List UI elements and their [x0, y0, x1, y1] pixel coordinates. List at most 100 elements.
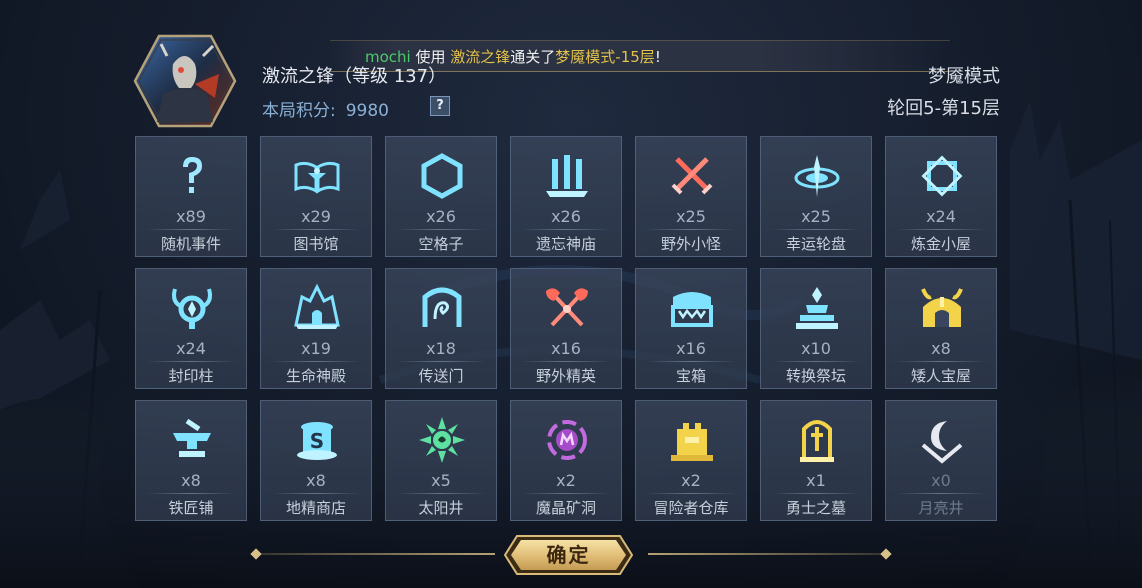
score-value: 9980	[345, 101, 389, 121]
tile-name: 空格子	[418, 235, 464, 253]
tile-moon-well[interactable]: x0 月亮井	[885, 400, 997, 521]
announcement-clear: 通关了	[510, 48, 556, 66]
moon-well-icon	[917, 415, 967, 465]
tile-name: 太阳井	[418, 499, 464, 517]
tile-count: x26	[426, 207, 456, 226]
tile-name: 地精商店	[285, 499, 346, 517]
question-mark-icon	[167, 151, 217, 201]
tile-portal[interactable]: x18 传送门	[385, 268, 497, 389]
dwarf-vault-icon	[917, 283, 967, 333]
tile-name: 转换祭坛	[785, 367, 846, 385]
tile-count: x24	[176, 339, 206, 358]
footer-divider-left	[255, 553, 495, 555]
divider	[771, 361, 861, 362]
tile-name: 封印柱	[168, 367, 214, 385]
tile-name: 月亮井	[918, 499, 964, 517]
tile-wild-monster[interactable]: x25 野外小怪	[635, 136, 747, 257]
tile-count: x16	[676, 339, 706, 358]
tile-count: x8	[931, 339, 951, 358]
crossed-swords-icon	[667, 151, 717, 201]
announcement-suffix: !	[654, 48, 661, 66]
tile-treasure-chest[interactable]: x16 宝箱	[635, 268, 747, 389]
tile-count: x0	[931, 471, 951, 490]
divider	[146, 493, 236, 494]
tile-name: 宝箱	[675, 367, 706, 385]
tile-library[interactable]: x29 图书馆	[260, 136, 372, 257]
tile-adventurer-warehouse[interactable]: x2 冒险者仓库	[635, 400, 747, 521]
divider	[271, 229, 361, 230]
divider	[896, 361, 986, 362]
tile-count: x19	[301, 339, 331, 358]
tile-count: x5	[431, 471, 451, 490]
tile-name: 随机事件	[160, 235, 221, 253]
life-shrine-icon	[292, 283, 342, 333]
tile-count: x16	[551, 339, 581, 358]
confirm-button[interactable]: 确定	[503, 534, 634, 576]
divider	[896, 493, 986, 494]
tile-name: 炼金小屋	[910, 235, 971, 253]
tile-count: x25	[676, 207, 706, 226]
chest-icon	[667, 283, 717, 333]
score-help-button[interactable]: ?	[430, 96, 450, 116]
tile-blacksmith[interactable]: x8 铁匠铺	[135, 400, 247, 521]
score-row: 本局积分: 9980	[262, 96, 389, 121]
tile-name: 图书馆	[293, 235, 339, 253]
divider	[771, 493, 861, 494]
divider	[396, 361, 486, 362]
divider	[896, 229, 986, 230]
divider	[271, 493, 361, 494]
hero-avatar[interactable]	[133, 34, 237, 128]
goblin-shop-icon: S	[292, 415, 342, 465]
tile-count: x26	[551, 207, 581, 226]
tile-count: x8	[181, 471, 201, 490]
crossed-axes-icon	[542, 283, 592, 333]
tile-crystal-mine[interactable]: x2 魔晶矿洞	[510, 400, 622, 521]
divider	[396, 229, 486, 230]
tile-count: x1	[806, 471, 826, 490]
event-stats-grid: x89 随机事件 x29 图书馆 x26 空格子 x26 遗忘神庙 x25 野外…	[135, 136, 1001, 522]
divider-ornament	[880, 548, 892, 560]
tile-name: 魔晶矿洞	[535, 499, 596, 517]
tile-name: 勇士之墓	[785, 499, 846, 517]
tile-name: 矮人宝屋	[910, 367, 971, 385]
divider	[646, 229, 736, 230]
divider	[271, 361, 361, 362]
tile-count: x24	[926, 207, 956, 226]
divider	[396, 493, 486, 494]
tile-count: x2	[681, 471, 701, 490]
tile-wild-elite[interactable]: x16 野外精英	[510, 268, 622, 389]
announcement-mode-floor: 梦魇模式-15层	[555, 48, 655, 66]
tile-dwarf-vault[interactable]: x8 矮人宝屋	[885, 268, 997, 389]
mode-title: 梦魇模式	[928, 66, 1000, 87]
tile-name: 幸运轮盘	[785, 235, 846, 253]
tile-name: 生命神殿	[285, 367, 346, 385]
tile-count: x2	[556, 471, 576, 490]
altar-icon	[792, 283, 842, 333]
tile-seal-pillar[interactable]: x24 封印柱	[135, 268, 247, 389]
tile-empty-cell[interactable]: x26 空格子	[385, 136, 497, 257]
divider	[146, 229, 236, 230]
tile-random-event[interactable]: x89 随机事件	[135, 136, 247, 257]
divider-ornament	[250, 548, 262, 560]
tile-name: 传送门	[418, 367, 464, 385]
tile-forgotten-temple[interactable]: x26 遗忘神庙	[510, 136, 622, 257]
tile-sun-well[interactable]: x5 太阳井	[385, 400, 497, 521]
sun-well-icon	[417, 415, 467, 465]
hexagon-icon	[417, 151, 467, 201]
tile-lucky-wheel[interactable]: x25 幸运轮盘	[760, 136, 872, 257]
tile-alchemy-hut[interactable]: x24 炼金小屋	[885, 136, 997, 257]
divider	[521, 361, 611, 362]
divider	[646, 493, 736, 494]
tile-count: x89	[176, 207, 206, 226]
anvil-icon	[167, 415, 217, 465]
tile-conversion-altar[interactable]: x10 转换祭坛	[760, 268, 872, 389]
tile-warrior-tomb[interactable]: x1 勇士之墓	[760, 400, 872, 521]
book-icon	[292, 151, 342, 201]
tile-name: 野外小怪	[660, 235, 721, 253]
tile-goblin-shop[interactable]: S x8 地精商店	[260, 400, 372, 521]
tile-count: x8	[306, 471, 326, 490]
svg-text:S: S	[310, 429, 324, 453]
divider	[646, 361, 736, 362]
score-label: 本局积分:	[262, 101, 336, 121]
tile-life-shrine[interactable]: x19 生命神殿	[260, 268, 372, 389]
